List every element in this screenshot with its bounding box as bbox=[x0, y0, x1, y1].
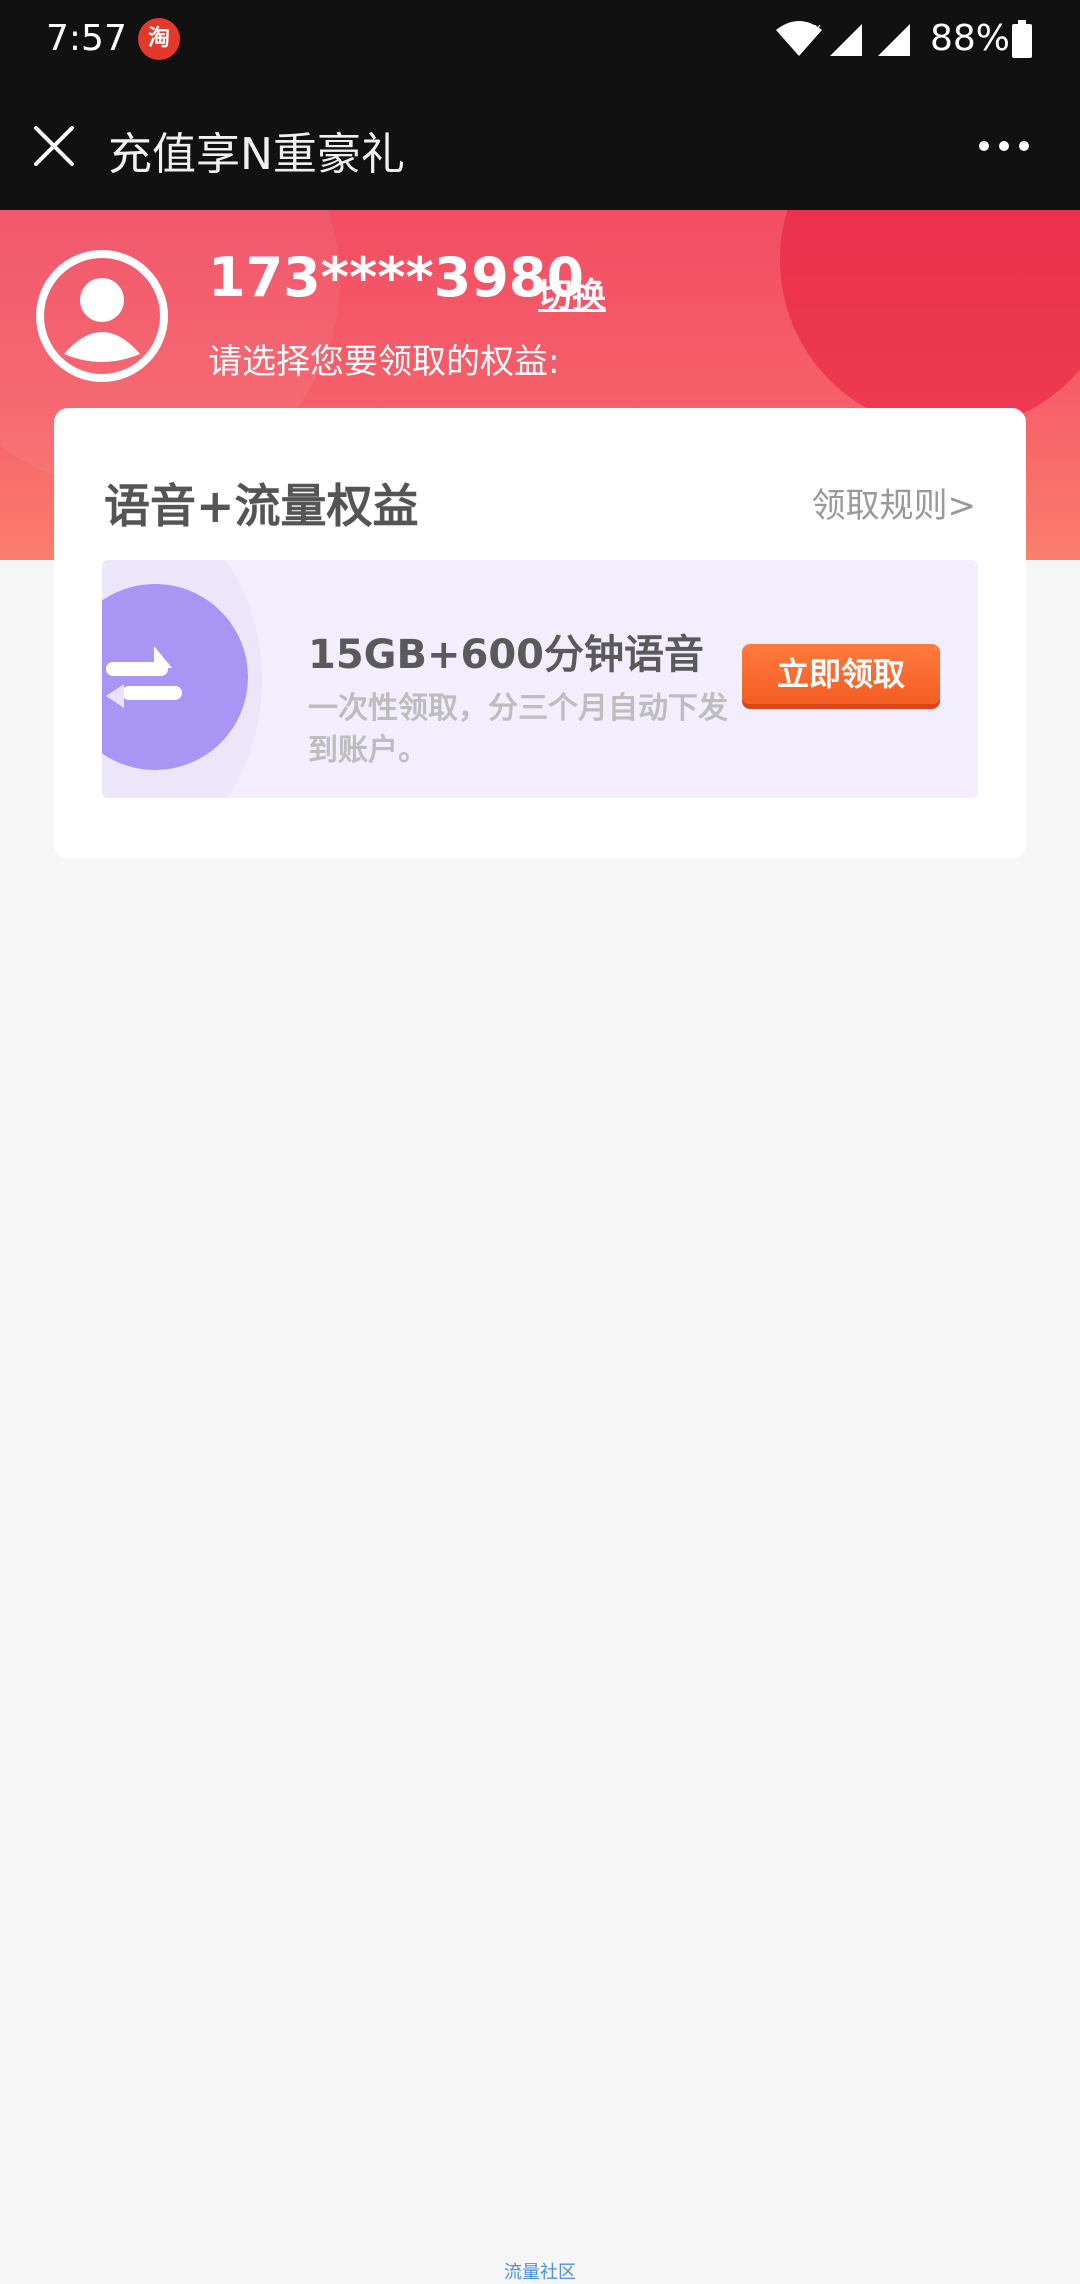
decorative-circle bbox=[780, 210, 1080, 430]
close-icon[interactable] bbox=[30, 122, 78, 170]
header-subtitle: 请选择您要领取的权益: bbox=[208, 342, 560, 382]
benefit-card: 语音+流量权益 领取规则> 15GB+600分钟语音 一次性领取，分三个月自动下… bbox=[54, 408, 1026, 858]
battery-icon bbox=[1012, 20, 1032, 58]
benefit-icon-background bbox=[102, 584, 248, 770]
benefit-item: 15GB+600分钟语音 一次性领取，分三个月自动下发到账户。 立即领取 bbox=[102, 560, 978, 798]
benefit-description: 一次性领取，分三个月自动下发到账户。 bbox=[308, 691, 728, 768]
cell-signal-icon bbox=[830, 24, 862, 56]
claim-button[interactable]: 立即领取 bbox=[742, 644, 940, 704]
title-bar: 充值享N重豪礼 bbox=[0, 80, 1080, 210]
battery-percent: 88% bbox=[930, 18, 1011, 59]
footer-link[interactable]: 流量社区 bbox=[0, 2258, 1080, 2284]
phone-number: 173****3980 bbox=[208, 246, 584, 309]
more-icon[interactable] bbox=[976, 132, 1032, 160]
switch-account-link[interactable]: 切换 bbox=[538, 268, 606, 317]
transfer-icon bbox=[106, 646, 182, 708]
card-title: 语音+流量权益 bbox=[104, 479, 419, 533]
user-icon bbox=[64, 278, 140, 362]
status-bar: 7:57 淘 x 88% bbox=[0, 0, 1080, 80]
status-time: 7:57 bbox=[46, 18, 127, 59]
avatar bbox=[36, 250, 168, 382]
taobao-icon: 淘 bbox=[138, 18, 180, 60]
page-title: 充值享N重豪礼 bbox=[108, 129, 405, 180]
benefit-title: 15GB+600分钟语音 bbox=[308, 632, 704, 678]
rules-link[interactable]: 领取规则> bbox=[812, 478, 977, 527]
svg-text:x: x bbox=[814, 21, 821, 35]
wifi-icon: x bbox=[776, 21, 822, 56]
cell-signal-icon bbox=[878, 24, 910, 56]
